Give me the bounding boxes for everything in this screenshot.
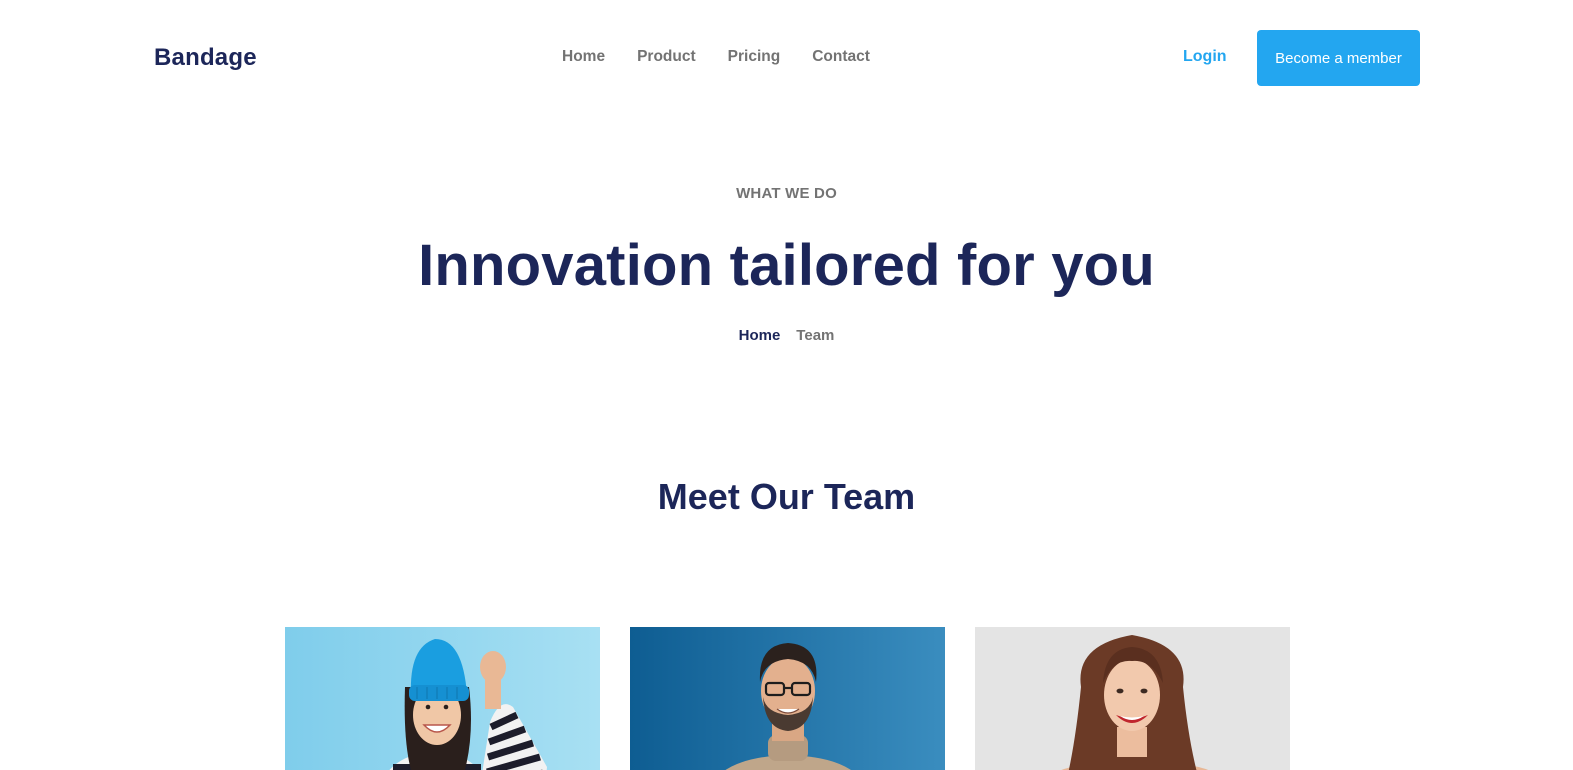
team-card[interactable] — [975, 627, 1290, 770]
team-card[interactable] — [285, 627, 600, 770]
team-card[interactable] — [630, 627, 945, 770]
woman-smiling-photo — [975, 627, 1290, 770]
team-section-title: Meet Our Team — [657, 476, 916, 517]
nav-item-product[interactable]: Product — [637, 48, 696, 66]
main-nav: Home Product Pricing Contact — [562, 48, 870, 66]
site-header: Bandage Home Product Pricing Contact Log… — [0, 0, 1573, 118]
breadcrumb-home[interactable]: Home — [739, 327, 781, 344]
woman-blue-beanie-photo — [285, 627, 600, 770]
page-title: Innovation tailored for you — [418, 233, 1155, 298]
become-member-button[interactable]: Become a member — [1257, 30, 1420, 86]
nav-item-pricing[interactable]: Pricing — [728, 48, 781, 66]
breadcrumb: Home Team — [0, 327, 1573, 344]
team-cards — [285, 627, 1290, 770]
breadcrumb-current: Team — [796, 327, 835, 344]
man-glasses-photo — [630, 627, 945, 770]
hero-eyebrow: WHAT WE DO — [736, 185, 837, 202]
login-link[interactable]: Login — [1183, 48, 1227, 66]
nav-item-home[interactable]: Home — [562, 48, 605, 66]
nav-item-contact[interactable]: Contact — [812, 48, 870, 66]
brand-logo[interactable]: Bandage — [154, 44, 257, 72]
